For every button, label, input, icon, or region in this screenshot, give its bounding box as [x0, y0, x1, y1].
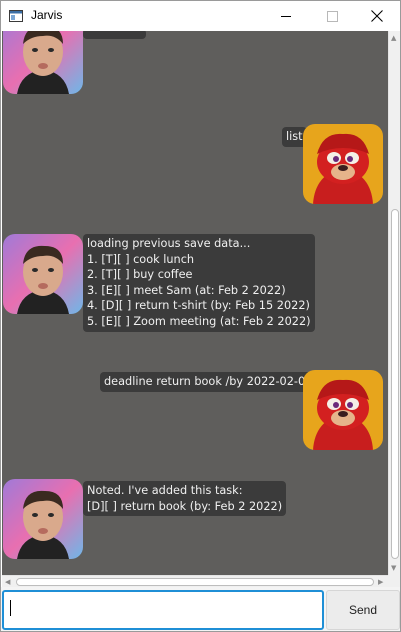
- bot-avatar: [3, 31, 83, 94]
- message-line: list: [286, 130, 303, 143]
- message-line: Noted. I've added this task:: [87, 484, 243, 497]
- maximize-button[interactable]: [309, 1, 355, 31]
- message-line: 2. [T][ ] buy coffee: [87, 268, 193, 282]
- message-line: [D][ ] return book (by: Feb 2 2022): [87, 499, 283, 513]
- send-button-label: Send: [348, 603, 378, 617]
- horizontal-scrollbar[interactable]: ◀ ▶: [2, 575, 388, 587]
- message-line: 5. [E][ ] Zoom meeting (at: Feb 2 2022): [87, 314, 311, 328]
- user-avatar: [303, 370, 383, 450]
- text-caret: [10, 600, 11, 616]
- bot-message-bubble: loading previous save data... 1. [T][ ] …: [83, 234, 315, 332]
- bot-message-bubble: [83, 31, 146, 39]
- message-line: 4. [D][ ] return t-shirt (by: Feb 15 202…: [87, 299, 310, 313]
- vertical-scrollbar[interactable]: ▲ ▼: [388, 31, 400, 575]
- scroll-down-arrow-icon[interactable]: ▼: [391, 564, 396, 572]
- window-app-icon: [9, 10, 23, 22]
- scroll-up-arrow-icon[interactable]: ▲: [391, 34, 396, 42]
- scroll-left-arrow-icon[interactable]: ◀: [5, 578, 10, 586]
- send-button[interactable]: Send: [326, 590, 400, 630]
- scrollbar-corner: [388, 575, 400, 587]
- message-line: loading previous save data...: [87, 237, 251, 250]
- message-line: 1. [T][ ] cook lunch: [87, 252, 195, 266]
- maximize-icon: [326, 10, 338, 22]
- minimize-icon: [280, 15, 291, 17]
- message-input[interactable]: [2, 590, 324, 630]
- user-message-bubble: deadline return book /by 2022-02-02: [100, 372, 317, 392]
- minimize-button[interactable]: [263, 1, 309, 31]
- user-avatar-red-knuckles-icon: [303, 124, 383, 204]
- user-avatar-red-knuckles-icon: [303, 370, 383, 450]
- close-icon: [371, 10, 383, 22]
- window-title: Jarvis: [31, 8, 63, 22]
- bot-avatar: [3, 479, 83, 559]
- app-window: Jarvis list loading previous save data..…: [0, 0, 401, 632]
- title-bar[interactable]: Jarvis: [1, 1, 400, 31]
- close-button[interactable]: [354, 1, 400, 31]
- bot-avatar: [3, 234, 83, 314]
- input-row: Send: [1, 587, 400, 631]
- scroll-right-arrow-icon[interactable]: ▶: [378, 578, 383, 586]
- bot-avatar-face-icon: [3, 234, 83, 314]
- message-line: 3. [E][ ] meet Sam (at: Feb 2 2022): [87, 283, 286, 297]
- bot-avatar-face-icon: [3, 31, 83, 94]
- bot-avatar-face-icon: [3, 479, 83, 559]
- user-avatar: [303, 124, 383, 204]
- vertical-scroll-thumb[interactable]: [391, 209, 399, 559]
- message-line: deadline return book /by 2022-02-02: [104, 375, 313, 388]
- bot-message-bubble: Noted. I've added this task: [D][ ] retu…: [83, 481, 287, 517]
- chat-scroll-area[interactable]: list loading previous save data... 1. [T…: [2, 31, 388, 575]
- horizontal-scroll-thumb[interactable]: [16, 578, 374, 586]
